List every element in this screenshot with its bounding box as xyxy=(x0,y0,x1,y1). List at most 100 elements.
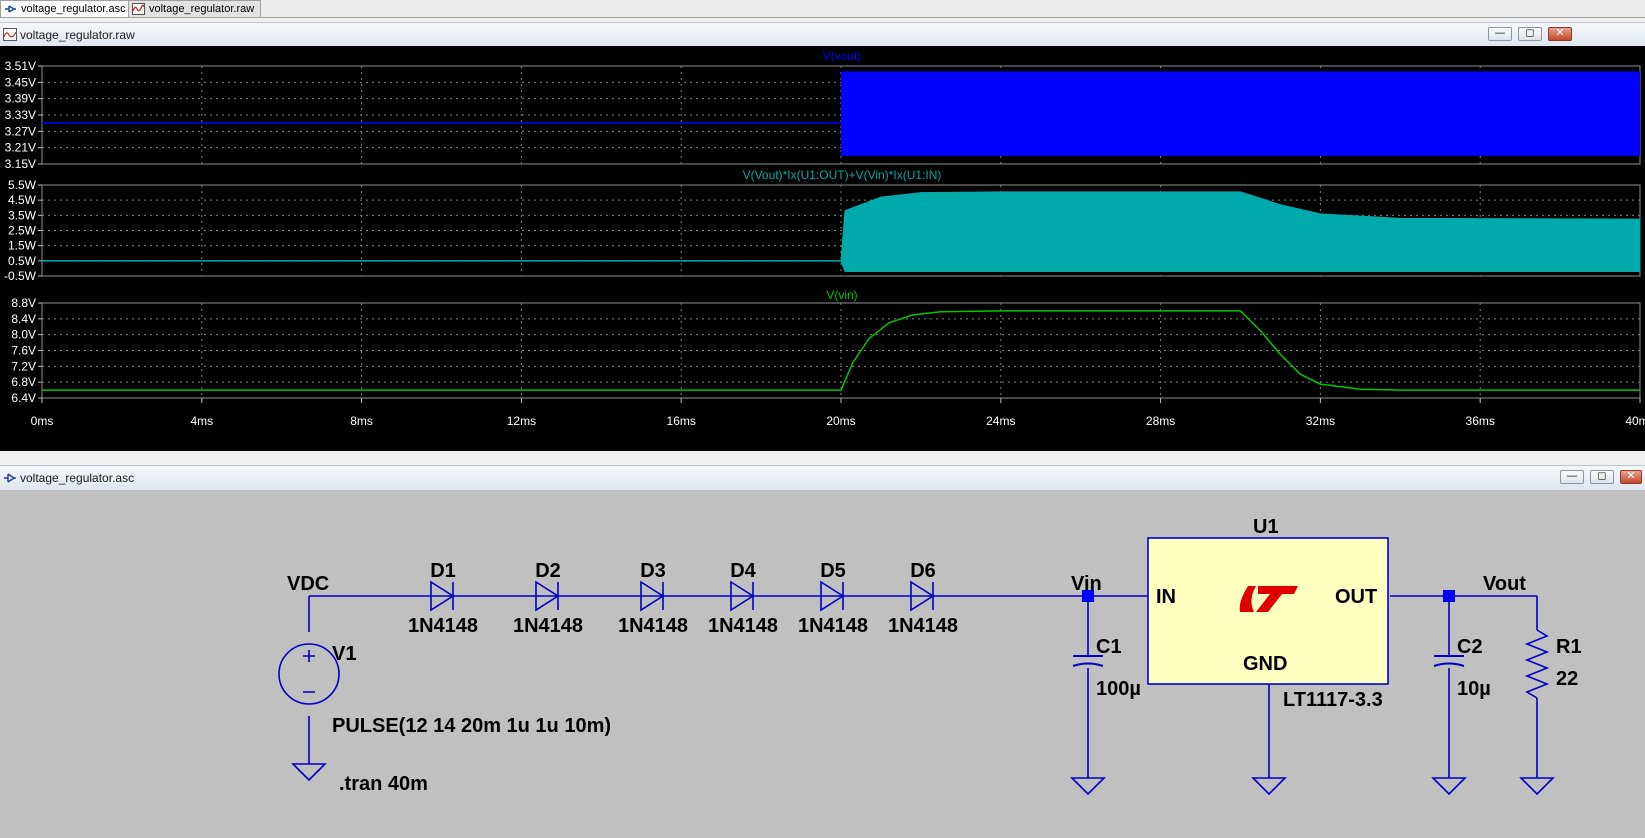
y-tick-label: 6.4V xyxy=(11,391,36,405)
diode-model: 1N4148 xyxy=(618,615,688,637)
net-label-vout: Vout xyxy=(1483,573,1526,595)
waveform-plot-area[interactable]: V(vout) 3.51V 3.45V 3.39V 3.33V 3.27V 3.21V 3.… xyxy=(0,46,1645,451)
schematic-window-title: voltage_regulator.asc xyxy=(20,471,135,485)
tran-directive[interactable]: .tran 40m xyxy=(339,773,428,795)
y-tick-label: 7.6V xyxy=(11,344,36,358)
schematic-close-button[interactable]: ✕ xyxy=(1620,469,1642,484)
restore-icon: ◻ xyxy=(1525,26,1535,39)
tab-waveform-label: voltage_regulator.raw xyxy=(149,3,255,15)
waveform-window-icon xyxy=(3,28,17,41)
x-tick-label: 36ms xyxy=(1466,414,1495,428)
c2-ref: C2 xyxy=(1457,636,1483,658)
v1-ref: V1 xyxy=(332,643,356,665)
u1-pin-out: OUT xyxy=(1335,586,1377,608)
waveform-icon xyxy=(132,3,145,15)
y-tick-label: 0.5W xyxy=(8,254,37,268)
y-tick-label: 3.39V xyxy=(5,92,36,106)
x-tick-label: 40ms xyxy=(1625,414,1645,428)
y-tick-label: 8.0V xyxy=(11,328,36,342)
v1-value: PULSE(12 14 20m 1u 1u 10m) xyxy=(332,715,611,737)
pane-power: V(Vout)*Ix(U1:OUT)+V(Vin)*Ix(U1:IN) 5.5W… xyxy=(4,168,1641,283)
voltage-source-v1[interactable] xyxy=(278,643,340,705)
waveform-window-title: voltage_regulator.raw xyxy=(20,28,135,42)
minimize-icon: — xyxy=(1494,26,1506,39)
close-icon: ✕ xyxy=(1626,469,1636,482)
y-tick-label: 3.5W xyxy=(8,208,37,222)
ground-icon xyxy=(1431,777,1467,796)
y-tick-label: 8.4V xyxy=(11,312,36,326)
tab-waveform[interactable]: voltage_regulator.raw xyxy=(128,0,262,17)
r1-ref: R1 xyxy=(1556,636,1582,658)
pane-vout-title: V(vout) xyxy=(823,49,862,63)
y-tick-label: 3.15V xyxy=(5,157,36,171)
ground-icon xyxy=(291,763,327,782)
x-tick-label: 28ms xyxy=(1146,414,1175,428)
y-tick-label: 8.8V xyxy=(11,296,36,310)
diode-model: 1N4148 xyxy=(513,615,583,637)
x-tick-label: 0ms xyxy=(31,414,54,428)
schematic-minimize-button[interactable]: — xyxy=(1560,469,1584,484)
diode-model: 1N4148 xyxy=(798,615,868,637)
x-tick-label: 4ms xyxy=(190,414,213,428)
diode-ref: D5 xyxy=(820,560,846,582)
u1-pin-in: IN xyxy=(1156,586,1176,608)
y-tick-label: 2.5W xyxy=(8,224,37,238)
minimize-icon: — xyxy=(1566,469,1578,482)
document-tab-bar: voltage_regulator.asc voltage_regulator.… xyxy=(0,0,1645,18)
pane-vin: V(vin) 8.8V 8.4V 8.0V 7.6V7.2V 6.8V 6.4V xyxy=(11,288,1641,405)
y-tick-label: 3.27V xyxy=(5,124,36,138)
close-icon: ✕ xyxy=(1555,26,1565,39)
x-tick-label: 24ms xyxy=(986,414,1015,428)
waveform-close-button[interactable]: ✕ xyxy=(1548,26,1572,41)
waveform-window-titlebar[interactable]: voltage_regulator.raw — ◻ ✕ xyxy=(0,22,1645,48)
diode-ref: D4 xyxy=(730,560,756,582)
c2-value: 10µ xyxy=(1457,678,1491,700)
y-tick-label: 3.51V xyxy=(5,59,36,73)
c1-value: 100µ xyxy=(1096,678,1141,700)
y-tick-label: 7.2V xyxy=(11,359,36,373)
diode-model: 1N4148 xyxy=(888,615,958,637)
u1-part: LT1117-3.3 xyxy=(1283,689,1383,711)
diode-ref: D1 xyxy=(430,560,456,582)
waveform-restore-button[interactable]: ◻ xyxy=(1518,26,1542,41)
r1-value: 22 xyxy=(1556,668,1578,690)
tab-schematic[interactable]: voltage_regulator.asc xyxy=(0,0,133,17)
net-label-vin: Vin xyxy=(1071,573,1102,595)
schematic-window-titlebar[interactable]: voltage_regulator.asc — ◻ ✕ xyxy=(0,465,1645,491)
time-axis: 0ms 4ms 8ms 12ms 16ms 20ms 24ms 28ms 32ms 36ms 40m… xyxy=(31,398,1645,428)
y-tick-label: 1.5W xyxy=(8,239,37,253)
tab-schematic-label: voltage_regulator.asc xyxy=(21,3,126,15)
c1-ref: C1 xyxy=(1096,636,1122,658)
x-tick-label: 32ms xyxy=(1306,414,1335,428)
y-tick-label: 6.8V xyxy=(11,375,36,389)
diode-model: 1N4148 xyxy=(408,615,478,637)
diode-ref: D2 xyxy=(535,560,561,582)
diode-ref: D6 xyxy=(910,560,936,582)
y-tick-label: -0.5W xyxy=(4,269,37,283)
net-label-vdc: VDC xyxy=(287,573,329,595)
resistor-r1-symbol[interactable] xyxy=(1524,629,1550,699)
y-tick-label: 4.5W xyxy=(8,193,37,207)
pane-vout: V(vout) 3.51V 3.45V 3.39V 3.33V 3.27V 3.21V 3.… xyxy=(5,49,1641,171)
x-tick-label: 8ms xyxy=(350,414,373,428)
schematic-restore-button[interactable]: ◻ xyxy=(1590,469,1614,484)
y-tick-label: 3.21V xyxy=(5,141,36,155)
restore-icon: ◻ xyxy=(1597,469,1607,482)
schematic-canvas[interactable]: VDC V1 PULSE(12 14 20m 1u 1u 10m) .tran … xyxy=(0,490,1645,838)
diode-ref: D3 xyxy=(640,560,666,582)
u1-pin-gnd: GND xyxy=(1243,653,1287,675)
junction-vout xyxy=(1443,590,1455,602)
schematic-icon xyxy=(5,5,16,13)
x-tick-label: 12ms xyxy=(507,414,536,428)
x-tick-label: 16ms xyxy=(667,414,696,428)
pane-power-title: V(Vout)*Ix(U1:OUT)+V(Vin)*Ix(U1:IN) xyxy=(743,168,942,182)
window-separator xyxy=(0,451,1645,465)
u1-ref: U1 xyxy=(1253,516,1279,538)
schematic-window-icon xyxy=(4,473,16,483)
y-tick-label: 3.45V xyxy=(5,75,36,89)
ground-icon xyxy=(1519,777,1555,796)
ground-icon xyxy=(1251,777,1287,796)
ground-icon xyxy=(1070,777,1106,796)
waveform-minimize-button[interactable]: — xyxy=(1488,26,1512,41)
vout-ripple-band[interactable] xyxy=(841,71,1640,156)
